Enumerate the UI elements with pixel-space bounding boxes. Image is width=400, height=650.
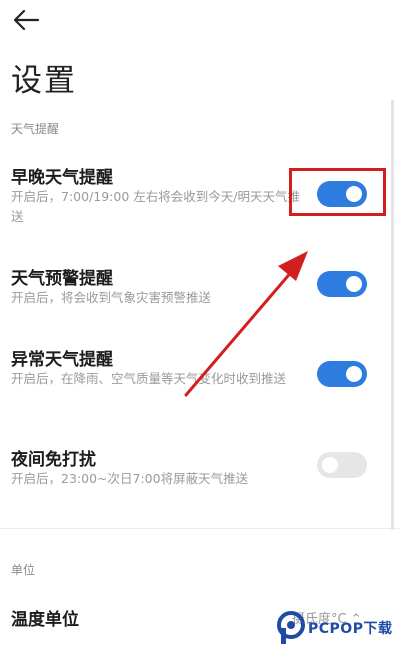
setting-subtitle: 开启后，将会收到气象灾害预警推送 bbox=[11, 290, 212, 305]
pcpop-logo-icon bbox=[277, 611, 305, 644]
setting-subtitle: 开启后，7:00/19:00 左右将会收到今天/明天天气推送 bbox=[11, 189, 300, 224]
setting-subtitle: 开启后，在降雨、空气质量等天气变化时收到推送 bbox=[11, 371, 287, 386]
toggle-knob bbox=[346, 276, 362, 292]
setting-subtitle: 开启后，23:00~次日7:00将屏蔽天气推送 bbox=[11, 471, 249, 486]
setting-title: 夜间免打扰 bbox=[11, 450, 96, 470]
toggle-knob bbox=[322, 457, 338, 473]
section-divider bbox=[0, 528, 400, 529]
toggle-abnormal[interactable] bbox=[317, 361, 367, 387]
setting-title: 早晚天气提醒 bbox=[11, 168, 113, 188]
settings-page: 设置 天气提醒 早晚天气提醒 开启后，7:00/19:00 左右将会收到今天/明… bbox=[0, 0, 400, 650]
setting-title: 天气预警提醒 bbox=[11, 269, 113, 289]
scrollbar[interactable] bbox=[391, 100, 394, 530]
toggle-dnd[interactable] bbox=[317, 452, 367, 478]
highlight-box bbox=[289, 168, 386, 216]
watermark-text: PCPOP下载 bbox=[308, 621, 393, 637]
section-header-units: 单位 bbox=[11, 563, 36, 577]
section-header-weather-alerts: 天气提醒 bbox=[11, 122, 60, 136]
watermark: PCPOP下载 bbox=[276, 608, 400, 648]
setting-title: 温度单位 bbox=[11, 610, 79, 630]
toggle-warning[interactable] bbox=[317, 271, 367, 297]
back-arrow-icon[interactable] bbox=[12, 8, 40, 32]
page-title: 设置 bbox=[11, 63, 77, 99]
toggle-knob bbox=[346, 366, 362, 382]
setting-title: 异常天气提醒 bbox=[11, 350, 113, 370]
